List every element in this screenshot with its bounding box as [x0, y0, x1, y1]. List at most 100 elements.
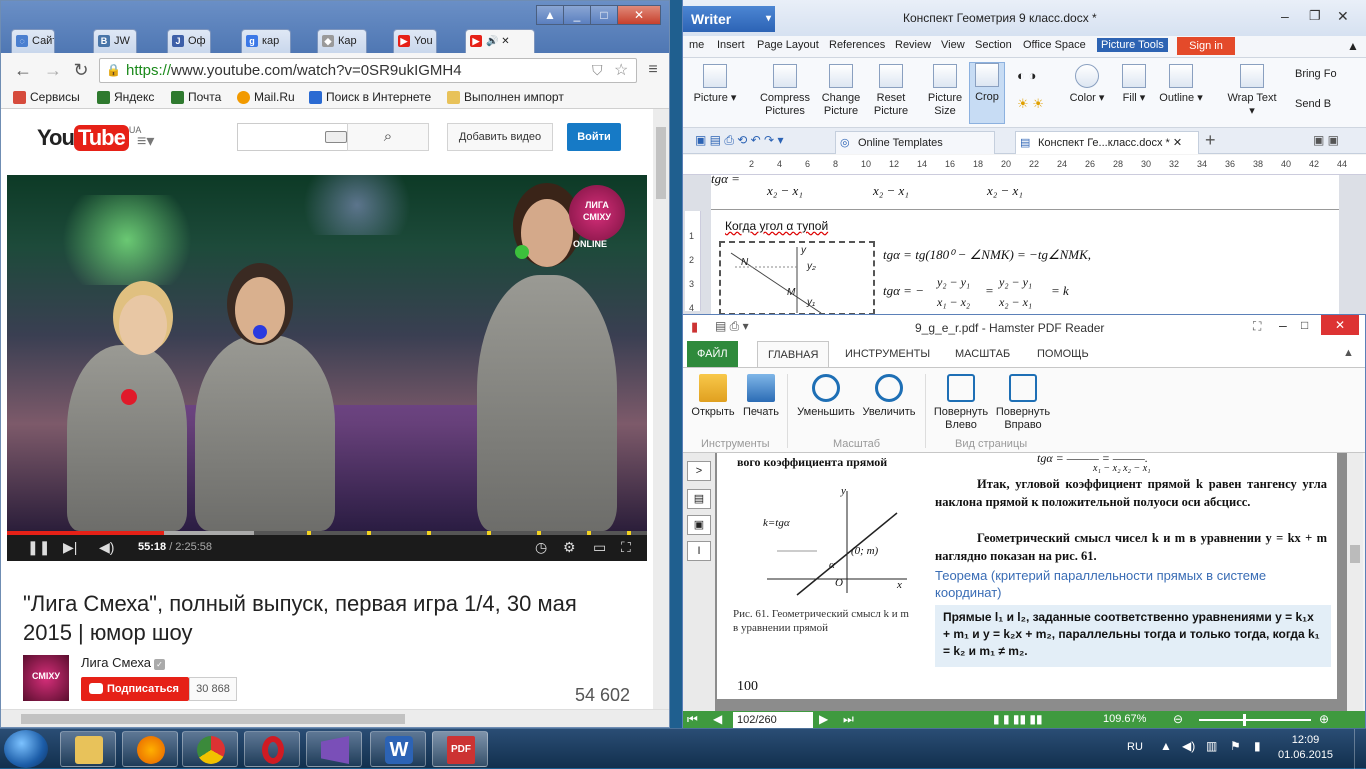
rotate-left-button[interactable]: Повернуть Влево: [931, 374, 991, 432]
channel-name[interactable]: Лига Смеха ✓: [81, 655, 165, 670]
prev-page-icon[interactable]: ◀: [713, 712, 722, 726]
outline-button[interactable]: Outline ▾: [1155, 64, 1207, 105]
shield-icon[interactable]: ⛉: [592, 62, 603, 79]
close-button[interactable]: ✕: [617, 5, 661, 25]
quick-access-toolbar[interactable]: ▣ ▤ ⎙ ⟲ ↶ ↷ ▾: [695, 133, 783, 148]
tab-online-templates[interactable]: ◎ Online Templates: [835, 131, 995, 154]
taskbar-opera[interactable]: [244, 731, 300, 767]
close-button[interactable]: ✕: [1337, 8, 1349, 25]
close-button[interactable]: ✕: [1321, 315, 1359, 335]
maximize-button[interactable]: □: [1301, 318, 1308, 332]
scrollbar-thumb[interactable]: [21, 714, 405, 724]
picture-button[interactable]: Picture ▾: [691, 64, 739, 105]
taskbar-explorer[interactable]: [60, 731, 116, 767]
minimize-button[interactable]: _: [563, 5, 591, 25]
next-icon[interactable]: ▶|: [63, 539, 77, 556]
vertical-scrollbar[interactable]: [653, 109, 669, 709]
compress-pictures-button[interactable]: Compress Pictures: [759, 64, 811, 118]
star-icon[interactable]: ☆: [614, 60, 628, 80]
bookmark-item[interactable]: Поиск в Интернете: [309, 90, 431, 104]
expand-sidebar-icon[interactable]: >: [687, 461, 711, 481]
browser-tab[interactable]: g кар: [241, 29, 291, 53]
menu-file[interactable]: ФАЙЛ: [687, 341, 738, 367]
subscribe-button[interactable]: Подписаться: [81, 677, 189, 701]
menu-page-layout[interactable]: Page Layout: [757, 39, 819, 51]
tab-document[interactable]: ▤ Конспект Ге...класс.docx * ✕: [1015, 131, 1199, 154]
zoom-in-icon[interactable]: ⊕: [1319, 712, 1329, 726]
settings-gear-icon[interactable]: ⚙: [563, 539, 576, 556]
taskbar-firefox[interactable]: [122, 731, 178, 767]
color-button[interactable]: Color ▾: [1067, 64, 1107, 105]
document-page[interactable]: tgα = x₂ − x₁ x₂ − x₁ x₂ − x₁ Когда угол…: [711, 171, 1339, 315]
upload-button[interactable]: Добавить видео: [447, 123, 553, 151]
taskbar-wps-writer[interactable]: W: [370, 731, 426, 767]
show-desktop-button[interactable]: [1354, 729, 1366, 769]
thumbnails-icon[interactable]: ▣: [687, 515, 711, 535]
menu-insert[interactable]: Insert: [717, 39, 745, 51]
view-mode-icons[interactable]: ▮ ▮ ▮▮ ▮▮: [993, 712, 1043, 726]
zoom-out-icon[interactable]: ⊖: [1173, 712, 1183, 726]
address-bar[interactable]: 🔒 https://www.youtube.com/watch?v=0SR9uk…: [99, 58, 637, 83]
wrap-text-button[interactable]: Wrap Text ▾: [1225, 64, 1279, 118]
print-button[interactable]: Печать: [741, 374, 781, 419]
change-picture-button[interactable]: Change Picture: [819, 64, 863, 118]
fill-button[interactable]: Fill ▾: [1117, 64, 1151, 105]
search-button[interactable]: ⌕: [347, 123, 429, 151]
collapse-icon[interactable]: ▲: [1347, 39, 1359, 53]
guide-menu-icon[interactable]: ≡▾: [137, 131, 154, 151]
menu-tools[interactable]: ИНСТРУМЕНТЫ: [835, 341, 940, 367]
menu-home[interactable]: me: [689, 39, 704, 51]
theater-mode-icon[interactable]: ▭: [593, 539, 606, 556]
minimize-button[interactable]: –: [1279, 317, 1287, 333]
browser-tab[interactable]: ◆ Кар: [317, 29, 367, 53]
signin-button[interactable]: Sign in: [1177, 37, 1235, 55]
browser-tab[interactable]: J Оф: [167, 29, 211, 53]
quick-access-icons[interactable]: ▤ ⎙ ▾: [715, 319, 749, 334]
browser-tab[interactable]: B JW: [93, 29, 137, 53]
minimize-button[interactable]: –: [1281, 8, 1289, 24]
open-button[interactable]: Открыть: [689, 374, 737, 419]
zoom-out-button[interactable]: Уменьшить: [795, 374, 857, 419]
zoom-slider[interactable]: [1199, 719, 1311, 721]
maximize-button[interactable]: ❐: [1309, 8, 1321, 24]
text-icon[interactable]: I: [687, 541, 711, 561]
zoom-slider-thumb[interactable]: [1243, 714, 1246, 726]
last-page-icon[interactable]: ⏭: [843, 712, 854, 727]
bookmark-item[interactable]: Mail.Ru: [237, 90, 295, 104]
menu-references[interactable]: References: [829, 39, 885, 51]
video-player[interactable]: ЛИГА СМІХУ ONLINE ❚❚ ▶| ◀) 55:18 / 2:25:5…: [7, 175, 647, 561]
selected-picture[interactable]: N y y₂ M y₁: [719, 241, 875, 315]
start-button[interactable]: [4, 730, 48, 768]
language-indicator[interactable]: RU: [1127, 741, 1143, 753]
menu-view[interactable]: View: [941, 39, 965, 51]
taskbar-visual-studio[interactable]: [306, 731, 362, 767]
browser-tab[interactable]: ▶ You: [393, 29, 437, 53]
reload-button[interactable]: ↻: [69, 59, 93, 81]
user-icon[interactable]: ▲: [536, 5, 564, 25]
browser-tab[interactable]: ◌ Сайт: [11, 29, 55, 53]
reset-picture-button[interactable]: Reset Picture: [869, 64, 913, 118]
forward-button[interactable]: →: [41, 59, 65, 81]
pdf-vertical-scrollbar[interactable]: [1347, 453, 1363, 711]
menu-picture-tools[interactable]: Picture Tools: [1097, 38, 1168, 52]
menu-zoom[interactable]: МАСШТАБ: [945, 341, 1020, 367]
youtube-logo[interactable]: You Tube UA: [37, 125, 141, 153]
pause-icon[interactable]: ❚❚: [27, 539, 50, 556]
bookmarks-icon[interactable]: ▤: [687, 489, 711, 509]
taskbar-chrome[interactable]: [182, 731, 238, 767]
bookmark-item[interactable]: Яндекс: [97, 90, 154, 104]
video-frame[interactable]: ЛИГА СМІХУ ONLINE: [7, 175, 647, 531]
brightness-icon[interactable]: ◐ ◑: [1017, 68, 1036, 83]
bring-forward-button[interactable]: Bring Fo: [1295, 68, 1337, 80]
taskbar-pdf-reader[interactable]: PDF: [432, 731, 488, 767]
bookmark-item[interactable]: Почта: [171, 90, 221, 104]
maximize-button[interactable]: □: [590, 5, 618, 25]
browser-tab-active[interactable]: ▶ 🔊 ✕: [465, 29, 535, 54]
flag-icon[interactable]: ⚑: [1230, 739, 1241, 753]
collapse-icon[interactable]: ▲: [1343, 347, 1354, 359]
signin-button[interactable]: Войти: [567, 123, 621, 151]
watch-later-icon[interactable]: ◷: [535, 539, 547, 556]
menu-review[interactable]: Review: [895, 39, 931, 51]
send-backward-button[interactable]: Send B: [1295, 98, 1331, 110]
page-input[interactable]: 102/260: [733, 712, 813, 728]
